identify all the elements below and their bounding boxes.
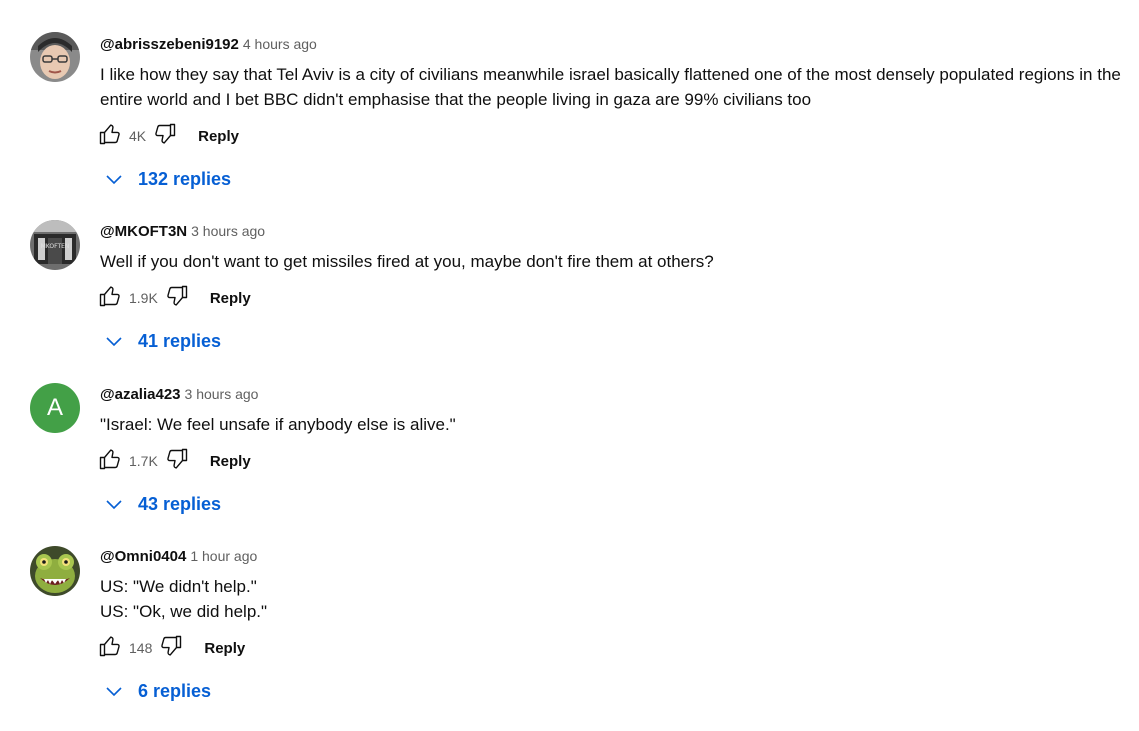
comment-actions: 1.9K Reply (97, 285, 251, 311)
author-name[interactable]: @abrisszebeni9192 (100, 36, 239, 53)
dislike-button[interactable] (164, 285, 190, 311)
like-count: 1.7K (129, 453, 158, 469)
comment-header: @Omni0404 1 hour ago (100, 546, 257, 567)
view-replies-button[interactable]: 43 replies (104, 493, 221, 515)
dislike-button[interactable] (158, 635, 184, 661)
replies-count-label: 43 replies (138, 493, 222, 514)
thumbs-down-icon (165, 447, 189, 476)
like-button[interactable] (97, 123, 123, 149)
chevron-down-icon (104, 494, 124, 514)
comment-time[interactable]: 3 hours ago (191, 223, 265, 239)
author-name[interactable]: @Omni0404 (100, 548, 186, 565)
replies-count-label: 6 replies (138, 680, 212, 701)
chevron-down-icon (104, 681, 124, 701)
avatar[interactable]: MKOFTEN (30, 220, 80, 270)
view-replies-button[interactable]: 6 replies (104, 680, 211, 702)
comment-text: US: "We didn't help." US: "Ok, we did he… (100, 577, 268, 621)
comment-actions: 148 Reply (97, 635, 245, 661)
thumbs-down-icon (165, 284, 189, 313)
view-replies-button[interactable]: 132 replies (104, 168, 231, 190)
reply-button[interactable]: Reply (210, 290, 251, 307)
like-button[interactable] (97, 635, 123, 661)
thumbs-up-icon (98, 447, 122, 476)
comment-header: @MKOFT3N 3 hours ago (100, 221, 265, 242)
author-name[interactable]: @azalia423 (100, 386, 181, 403)
author-name[interactable]: @MKOFT3N (100, 223, 187, 240)
reply-button[interactable]: Reply (204, 640, 245, 657)
comment-time[interactable]: 3 hours ago (185, 386, 259, 402)
like-count: 148 (129, 640, 153, 656)
chevron-down-icon (104, 169, 124, 189)
avatar[interactable]: A (30, 383, 80, 433)
avatar-letter: A (46, 394, 63, 421)
reply-button[interactable]: Reply (198, 128, 239, 145)
thumbs-down-icon (159, 634, 183, 663)
chevron-down-icon (104, 331, 124, 351)
comment-text: I like how they say that Tel Aviv is a c… (100, 65, 1121, 109)
thumbs-up-icon (98, 634, 122, 663)
thumbs-up-icon (98, 284, 122, 313)
replies-count-label: 41 replies (138, 330, 222, 351)
svg-text:MKOFTEN: MKOFTEN (41, 243, 70, 250)
comment-text: "Israel: We feel unsafe if anybody else … (100, 415, 456, 434)
avatar[interactable] (30, 32, 80, 82)
like-count: 4K (129, 128, 147, 144)
comment-text: Well if you don't want to get missiles f… (100, 252, 714, 271)
thumbs-down-icon (153, 122, 177, 151)
comment-time[interactable]: 1 hour ago (190, 548, 257, 564)
like-button[interactable] (97, 448, 123, 474)
like-count: 1.9K (129, 290, 158, 306)
comment-header: @abrisszebeni9192 4 hours ago (100, 34, 317, 55)
view-replies-button[interactable]: 41 replies (104, 330, 221, 352)
dislike-button[interactable] (152, 123, 178, 149)
comment-time[interactable]: 4 hours ago (243, 36, 317, 52)
replies-count-label: 132 replies (138, 168, 232, 189)
dislike-button[interactable] (164, 448, 190, 474)
comment-header: @azalia423 3 hours ago (100, 384, 258, 405)
like-button[interactable] (97, 285, 123, 311)
avatar[interactable] (30, 546, 80, 596)
thumbs-up-icon (98, 122, 122, 151)
comment-actions: 1.7K Reply (97, 448, 251, 474)
reply-button[interactable]: Reply (210, 453, 251, 470)
comment-actions: 4K Reply (97, 123, 239, 149)
